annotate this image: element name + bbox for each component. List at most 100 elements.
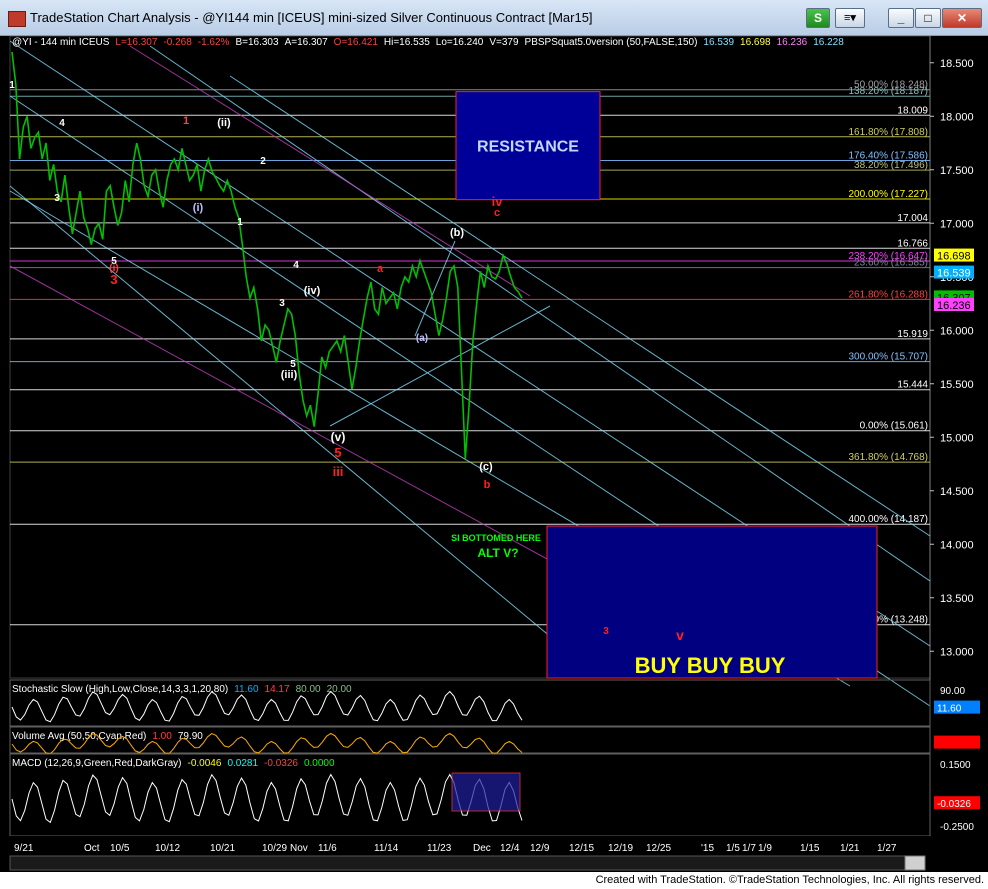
price-tick-label: 15.500	[940, 379, 974, 391]
trade-s-button[interactable]: S	[806, 8, 830, 28]
indicator-value: 11.60	[234, 684, 259, 695]
fib-level-label: 261.80% (16.288)	[848, 289, 928, 300]
wave-label: (b)	[450, 227, 464, 239]
indicator-name: Volume Avg (50,50,Cyan,Red)	[12, 731, 146, 742]
wave-label: (i)	[193, 202, 204, 214]
time-tick-label: 12/9	[530, 843, 550, 854]
fib-level-label: 138.20% (18.187)	[848, 86, 928, 97]
trend-channel-line	[9, 185, 601, 679]
fib-level-label: 300.00% (15.707)	[848, 352, 928, 363]
annotation-label: ALT V?	[477, 546, 518, 560]
header-value: PBSPSquat5.0version (50,FALSE,150)	[525, 37, 698, 48]
price-tick-label: 16.000	[940, 325, 974, 337]
price-chart[interactable]: 50.00% (18.248)138.20% (18.187)18.009161…	[0, 35, 988, 872]
price-tick-label: 17.500	[940, 165, 974, 177]
footer: Created with TradeStation. ©TradeStation…	[0, 872, 988, 889]
header-value: -0.268	[163, 37, 192, 48]
fib-level-label: 15.444	[897, 380, 928, 391]
fib-level-label: 15.919	[897, 329, 928, 340]
time-tick-label: 12/19	[608, 843, 633, 854]
indicator-axis-label: 90.00	[940, 686, 965, 697]
price-tick-label: 17.000	[940, 218, 974, 230]
fib-level-label: 38.20% (17.496)	[854, 160, 928, 171]
scrollbar-thumb[interactable]	[904, 855, 926, 871]
indicator-value: 0.0000	[304, 758, 335, 769]
symbol-header: @YI - 144 min ICEUS L=16.307 -0.268 -1.62% B…	[12, 37, 844, 48]
fib-level-label: 16.766	[897, 238, 928, 249]
wave-label: 5	[334, 445, 341, 460]
annotation-label: SI BOTTOMED HERE	[451, 533, 541, 543]
time-tick-label: 11/23	[427, 843, 452, 854]
header-symbol: @YI - 144 min ICEUS	[12, 37, 110, 48]
wave-label: (iii)	[281, 369, 298, 381]
header-value: O=16.421	[334, 37, 379, 48]
wave-label: 3	[110, 272, 117, 287]
indicator-value: -0.0326	[264, 758, 298, 769]
wave-label: 3	[279, 298, 285, 309]
time-tick-label: 1/15	[800, 843, 820, 854]
window-title: TradeStation Chart Analysis - @YI144 min…	[30, 10, 593, 25]
price-series-line	[11, 51, 523, 459]
wave-label: 1	[183, 115, 189, 127]
window-titlebar: TradeStation Chart Analysis - @YI144 min…	[0, 0, 988, 36]
indicator-title: Volume Avg (50,50,Cyan,Red) 1.00 79.90	[12, 731, 203, 742]
indicator-value: 79.90	[178, 731, 203, 742]
app-icon	[8, 11, 26, 27]
header-value: Hi=16.535	[384, 37, 430, 48]
indicator-value: -0.0046	[188, 758, 222, 769]
menu-icon: ≡▾	[844, 12, 856, 24]
header-value: 16.228	[813, 37, 844, 48]
price-tick-label: 18.500	[940, 58, 974, 70]
buy-zone-label: BUY BUY BUY	[635, 653, 786, 678]
close-button[interactable]: ✕	[942, 8, 982, 28]
header-value: A=16.307	[285, 37, 329, 48]
menu-dropdown-button[interactable]: ≡▾	[835, 8, 865, 28]
indicator-axis-label: 0.1500	[940, 760, 971, 771]
price-tag-label: 16.698	[937, 251, 971, 263]
fib-level-label: 200.00% (17.227)	[848, 189, 928, 200]
horizontal-scrollbar[interactable]	[9, 855, 911, 871]
fib-level-label: 17.004	[897, 213, 928, 224]
wave-label: (v)	[331, 430, 346, 444]
header-value: 16.539	[703, 37, 734, 48]
restore-button[interactable]: □	[915, 8, 941, 28]
indicator-panel-frame	[9, 726, 931, 754]
indicator-line	[11, 773, 523, 824]
indicator-value: 1.00	[152, 731, 172, 742]
copyright-text: Created with TradeStation. ©TradeStation…	[595, 874, 984, 886]
wave-label: (c)	[479, 461, 493, 473]
indicator-line	[11, 690, 523, 723]
header-value: B=16.303	[235, 37, 279, 48]
indicator-axis-label: -0.2500	[940, 822, 974, 833]
wave-label: 4	[293, 260, 299, 271]
fib-level-label: 361.80% (14.768)	[848, 452, 928, 463]
fib-level-label: 161.80% (17.808)	[848, 127, 928, 138]
time-tick-label: 11/6	[318, 843, 337, 854]
price-tag-label: 16.236	[937, 300, 971, 312]
indicator-value: 20.00	[327, 684, 352, 695]
time-tick-label: 1/7	[742, 843, 756, 854]
time-tick-label: 12/25	[646, 843, 671, 854]
wave-label: (a)	[416, 333, 428, 344]
header-value: 16.698	[740, 37, 771, 48]
trend-channel-line	[414, 240, 456, 337]
indicator-value: 14.17	[265, 684, 290, 695]
time-tick-label: Nov	[290, 843, 308, 854]
price-tick-label: 18.000	[940, 111, 974, 123]
fib-level-label: 18.009	[897, 105, 928, 116]
minimize-button[interactable]: _	[888, 8, 914, 28]
indicator-value: 0.0281	[227, 758, 258, 769]
time-tick-label: 11/14	[374, 843, 399, 854]
time-tick-label: Oct	[84, 843, 100, 854]
indicator-tag-label: 11.60	[937, 704, 962, 715]
wave-label: 3	[54, 193, 60, 204]
fib-level-label: 400.00% (14.187)	[848, 514, 928, 525]
header-value: Lo=16.240	[436, 37, 484, 48]
chart-area[interactable]: 50.00% (18.248) 138.20% (18.187) 18.009 161…	[0, 35, 988, 872]
indicator-value: 80.00	[296, 684, 321, 695]
time-tick-label: 10/29	[262, 843, 287, 854]
wave-label: (iv)	[304, 285, 321, 297]
header-value: V=379	[489, 37, 519, 48]
time-tick-label: '15	[701, 843, 714, 854]
indicator-name: MACD (12,26,9,Green,Red,DarkGray)	[12, 758, 182, 769]
